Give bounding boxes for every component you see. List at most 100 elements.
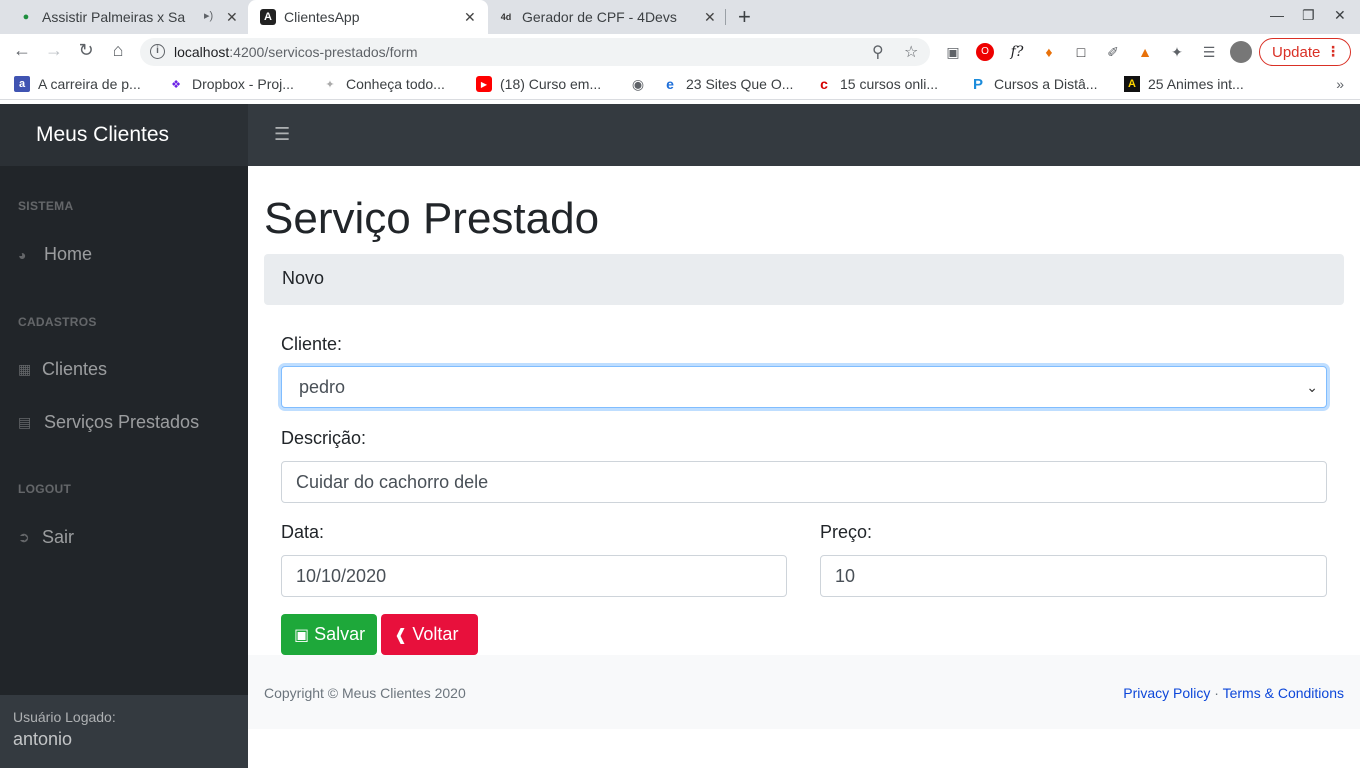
descricao-value: Cuidar do cachorro dele xyxy=(296,471,489,492)
descricao-input[interactable]: Cuidar do cachorro dele xyxy=(281,461,1327,503)
back-button[interactable]: ❰ Voltar xyxy=(381,614,478,655)
tab-separator xyxy=(725,9,726,25)
bookmark-item[interactable]: ✦ Conheça todo... xyxy=(322,76,444,92)
screenshot-icon[interactable]: □ xyxy=(1072,43,1090,61)
menu-toggle-icon[interactable]: ☰ xyxy=(274,124,290,145)
browser-tabstrip: ● Assistir Palmeiras x Sa ▸) ✕ A Cliente… xyxy=(0,0,1360,34)
update-button[interactable]: Update ⋮ xyxy=(1259,38,1351,66)
a-logo-icon: A xyxy=(1124,76,1140,92)
back-label: Voltar xyxy=(412,624,459,644)
sidebar-footer: Usuário Logado: antonio xyxy=(0,695,248,768)
save-label: Salvar xyxy=(314,624,366,644)
privacy-policy-link[interactable]: Privacy Policy xyxy=(1123,685,1210,701)
sidebar-item-home[interactable]: ◕ Home xyxy=(18,244,92,265)
sidebar-heading-logout: LOGOUT xyxy=(18,482,72,496)
restore-icon[interactable]: ❐ xyxy=(1302,7,1315,24)
tab-title: Gerador de CPF - 4Devs xyxy=(522,9,677,25)
preco-label: Preço: xyxy=(820,522,873,542)
preco-value: 10 xyxy=(835,565,856,586)
profile-avatar[interactable] xyxy=(1230,41,1252,63)
chevron-right-icon[interactable]: » xyxy=(1336,76,1344,92)
media-queue-icon[interactable]: ☰ xyxy=(1200,43,1218,61)
function-icon[interactable]: f? xyxy=(1008,43,1026,61)
sidebar-item-sair[interactable]: ➲ Sair xyxy=(18,527,74,548)
preco-input[interactable]: 10 xyxy=(820,555,1327,597)
terms-conditions-link[interactable]: Terms & Conditions xyxy=(1223,685,1344,701)
bookmark-item[interactable]: ❖ Dropbox - Proj... xyxy=(168,76,294,92)
speaker-icon[interactable]: ▸) xyxy=(204,9,213,22)
bookmark-label: 15 cursos onli... xyxy=(840,76,939,92)
c-logo-icon: c xyxy=(820,76,828,92)
footer-links: Privacy Policy · Terms & Conditions xyxy=(1123,685,1344,701)
p-logo-icon: P xyxy=(972,75,983,93)
footer-separator: · xyxy=(1214,685,1219,701)
close-icon[interactable]: ✕ xyxy=(226,9,238,26)
sidebar-item-label: Clientes xyxy=(42,359,108,379)
youtube-icon: ▶ xyxy=(476,76,492,92)
bookmark-item[interactable]: c 15 cursos onli... xyxy=(816,76,938,92)
new-tab-icon[interactable]: + xyxy=(738,4,751,30)
browser-tab-clientesapp[interactable]: A ClientesApp ✕ xyxy=(248,0,488,34)
tab-title: ClientesApp xyxy=(284,9,360,25)
e-logo-icon: e xyxy=(666,76,674,92)
bookmark-item[interactable]: P Cursos a Distâ... xyxy=(970,75,1098,93)
forward-arrow-icon[interactable]: → xyxy=(42,40,66,61)
opera-icon[interactable]: O xyxy=(976,43,994,61)
dashboard-icon: ◕ xyxy=(18,246,27,263)
eyedropper-icon[interactable]: ✐ xyxy=(1104,43,1122,61)
bird-icon: ✦ xyxy=(325,78,335,91)
copyright: Copyright © Meus Clientes 2020 xyxy=(264,685,466,701)
sidebar-item-clientes[interactable]: ▦ Clientes xyxy=(18,359,107,380)
extension-ghost-icon[interactable]: ♦ xyxy=(1040,43,1058,61)
info-icon[interactable]: i xyxy=(150,44,165,59)
minimize-icon[interactable]: — xyxy=(1270,7,1284,23)
data-value: 10/10/2020 xyxy=(296,565,387,586)
data-label: Data: xyxy=(281,522,325,542)
save-button[interactable]: ▣ Salvar xyxy=(281,614,377,655)
close-icon[interactable]: ✕ xyxy=(704,9,716,26)
bookmark-label: Cursos a Distâ... xyxy=(994,76,1098,92)
browser-tab-4devs[interactable]: 4d Gerador de CPF - 4Devs ✕ xyxy=(498,0,728,34)
browser-tab-palmeiras[interactable]: ● Assistir Palmeiras x Sa ▸) ✕ xyxy=(18,0,250,34)
bookmark-item[interactable]: ▶ (18) Curso em... xyxy=(476,76,601,92)
bookmark-label: A carreira de p... xyxy=(38,76,141,92)
fire-icon[interactable]: ▲ xyxy=(1136,43,1154,61)
address-bar[interactable]: i localhost:4200/servicos-prestados/form… xyxy=(140,38,930,66)
bookmarks-bar: a A carreira de p... ❖ Dropbox - Proj...… xyxy=(0,70,1360,100)
close-icon[interactable]: ✕ xyxy=(464,9,476,26)
cast-icon[interactable]: ▣ xyxy=(944,43,962,61)
sidebar-heading-cadastros: CADASTROS xyxy=(18,315,97,329)
home-icon[interactable]: ⌂ xyxy=(106,40,130,61)
cliente-select[interactable]: pedro ⌄ xyxy=(281,366,1327,408)
sidebar-heading-sistema: SISTEMA xyxy=(18,199,74,213)
sidebar-item-label: Home xyxy=(44,244,93,264)
address-url: localhost:4200/servicos-prestados/form xyxy=(174,44,418,60)
star-icon[interactable]: ☆ xyxy=(904,42,918,62)
puzzle-icon[interactable]: ✦ xyxy=(1168,43,1186,61)
window-close-icon[interactable]: ✕ xyxy=(1334,7,1346,24)
bookmark-item[interactable]: e 23 Sites Que O... xyxy=(662,76,793,92)
reload-icon[interactable]: ↻ xyxy=(74,40,98,61)
back-arrow-icon[interactable]: ← xyxy=(10,40,34,61)
table-icon: ▦ xyxy=(18,361,32,377)
sidebar-item-label: Serviços Prestados xyxy=(44,412,200,432)
zoom-icon[interactable]: ⚲ xyxy=(872,42,884,62)
bookmark-item[interactable]: a A carreira de p... xyxy=(14,76,141,92)
bookmark-label: 25 Animes int... xyxy=(1148,76,1244,92)
bookmark-item[interactable]: ◉ xyxy=(630,76,654,92)
browser-toolbar: ← → ↻ ⌂ i localhost:4200/servicos-presta… xyxy=(0,34,1360,70)
sidebar-item-servicos-prestados[interactable]: ▤ Serviços Prestados xyxy=(18,412,199,433)
main-content: Serviço Prestado Novo Cliente: pedro ⌄ D… xyxy=(248,166,1360,768)
bookmark-label: Dropbox - Proj... xyxy=(192,76,294,92)
data-input[interactable]: 10/10/2020 xyxy=(281,555,787,597)
brand[interactable]: Meus Clientes xyxy=(0,104,248,166)
4devs-icon: 4d xyxy=(500,12,512,22)
cliente-label: Cliente: xyxy=(281,334,343,354)
more-vert-icon: ⋮ xyxy=(1326,43,1340,59)
angular-icon: A xyxy=(260,9,276,25)
id-card-icon: ▤ xyxy=(18,414,32,430)
bookmark-item[interactable]: A 25 Animes int... xyxy=(1124,76,1244,92)
chevron-down-icon: ⌄ xyxy=(1306,379,1318,395)
bookmark-label: 23 Sites Que O... xyxy=(686,76,794,92)
descricao-label: Descrição: xyxy=(281,428,367,448)
